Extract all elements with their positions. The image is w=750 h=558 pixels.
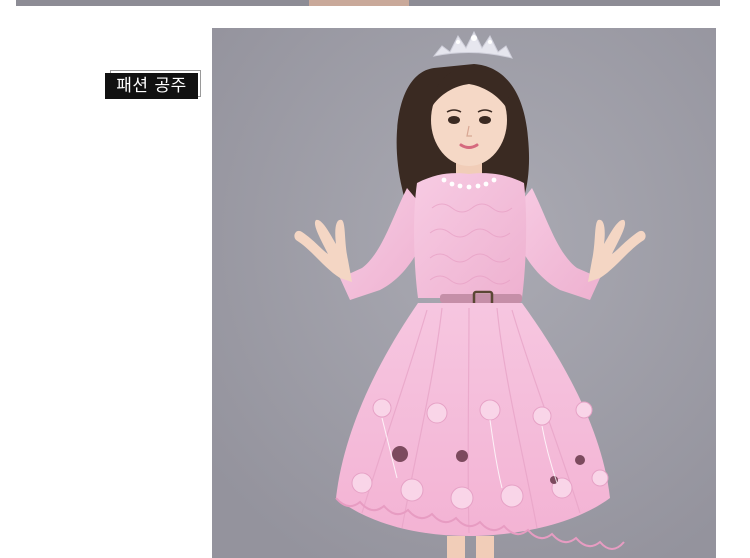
- girl-in-dress-illustration: [212, 28, 716, 558]
- previous-photo-edge: [16, 0, 720, 6]
- product-photo: [212, 28, 716, 558]
- previous-photo-legs: [309, 0, 409, 6]
- caption-label-container: 패션 공주: [105, 70, 202, 99]
- caption-label: 패션 공주: [105, 73, 198, 99]
- product-detail-page: 패션 공주: [0, 0, 750, 558]
